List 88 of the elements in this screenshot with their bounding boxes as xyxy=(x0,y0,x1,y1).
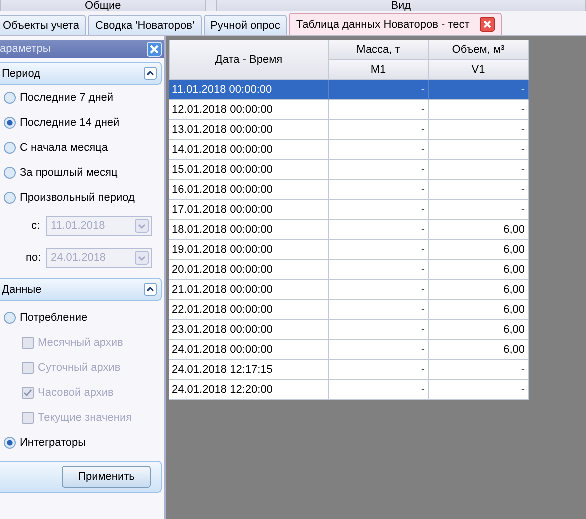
table-cell: - xyxy=(429,380,529,400)
table-cell: - xyxy=(429,180,529,200)
table-cell: - xyxy=(429,100,529,120)
collapse-icon[interactable] xyxy=(144,283,157,296)
table-cell: - xyxy=(329,240,429,260)
tab[interactable]: Таблица данных Новаторов - тест xyxy=(289,13,502,35)
option-label: Последние 14 дней xyxy=(20,116,120,128)
table-cell: 24.01.2018 12:17:15 xyxy=(169,360,329,380)
column-header[interactable]: V1 xyxy=(429,60,529,80)
ribbon-group-label: Общие xyxy=(0,0,206,11)
table-cell: 12.01.2018 00:00:00 xyxy=(169,100,329,120)
column-group-header: Объем, м³ xyxy=(429,40,529,60)
table-cell: 6,00 xyxy=(429,280,529,300)
table-cell: 23.01.2018 00:00:00 xyxy=(169,320,329,340)
tab[interactable]: Сводка 'Новаторов' xyxy=(88,15,202,35)
radio-button[interactable] xyxy=(4,92,16,104)
table-cell: 22.01.2018 00:00:00 xyxy=(169,300,329,320)
table-cell: 15.01.2018 00:00:00 xyxy=(169,160,329,180)
section-title: Данные xyxy=(2,284,42,296)
table-cell: - xyxy=(429,160,529,180)
table-cell: 6,00 xyxy=(429,320,529,340)
table-cell: 24.01.2018 12:20:00 xyxy=(169,380,329,400)
table-cell: 21.01.2018 00:00:00 xyxy=(169,280,329,300)
tab[interactable]: Объекты учета xyxy=(0,15,86,35)
table-cell: 17.01.2018 00:00:00 xyxy=(169,200,329,220)
option-label: Последние 7 дней xyxy=(20,92,114,104)
close-icon[interactable] xyxy=(480,17,495,32)
section-header[interactable]: Период xyxy=(0,62,162,85)
table-cell: - xyxy=(429,80,529,100)
table-cell: 19.01.2018 00:00:00 xyxy=(169,240,329,260)
date-label: по: xyxy=(26,252,40,264)
table-cell: - xyxy=(429,140,529,160)
panel-title: араметры xyxy=(0,43,51,55)
option-label: Интеграторы xyxy=(20,436,86,448)
table-cell: 6,00 xyxy=(429,220,529,240)
table-cell: - xyxy=(329,80,429,100)
section-title: Период xyxy=(2,68,41,80)
table-cell: - xyxy=(429,120,529,140)
table-cell: - xyxy=(329,180,429,200)
table-cell: 14.01.2018 00:00:00 xyxy=(169,140,329,160)
table-cell: 11.01.2018 00:00:00 xyxy=(169,80,329,100)
option-label: С начала месяца xyxy=(20,142,108,154)
column-header[interactable]: Дата - Время xyxy=(169,40,329,80)
tab[interactable]: Ручной опрос xyxy=(204,15,288,35)
ribbon-group-label: Вид xyxy=(216,0,586,11)
table-cell: - xyxy=(329,220,429,240)
option-label: Текущие значения xyxy=(38,412,132,424)
radio-button[interactable] xyxy=(4,166,16,178)
option-label: Потребление xyxy=(20,312,88,324)
table-cell: 6,00 xyxy=(429,240,529,260)
table-cell: 6,00 xyxy=(429,260,529,280)
table-cell: - xyxy=(329,200,429,220)
option-label: Часовой архив xyxy=(38,386,114,398)
column-header[interactable]: M1 xyxy=(329,60,429,80)
collapse-icon[interactable] xyxy=(144,67,157,80)
table-cell: 6,00 xyxy=(429,340,529,360)
column-group-header: Масса, т xyxy=(329,40,429,60)
table-cell: 20.01.2018 00:00:00 xyxy=(169,260,329,280)
table-cell: - xyxy=(329,360,429,380)
radio-button[interactable] xyxy=(4,116,16,128)
table-cell: - xyxy=(329,280,429,300)
table-cell: 6,00 xyxy=(429,300,529,320)
table-cell: - xyxy=(329,120,429,140)
option-label: Произвольный период xyxy=(20,192,135,204)
radio-button[interactable] xyxy=(4,312,16,324)
apply-button[interactable]: Применить xyxy=(62,466,151,488)
option-label: За прошлый месяц xyxy=(20,166,118,178)
table-cell: - xyxy=(329,300,429,320)
table-cell: - xyxy=(429,200,529,220)
table-cell: - xyxy=(329,320,429,340)
table-cell: 18.01.2018 00:00:00 xyxy=(169,220,329,240)
table-cell: - xyxy=(329,260,429,280)
option-label: Суточный архив xyxy=(38,362,121,374)
radio-button[interactable] xyxy=(4,192,16,204)
table-cell: - xyxy=(329,100,429,120)
table-cell: 13.01.2018 00:00:00 xyxy=(169,120,329,140)
radio-button[interactable] xyxy=(4,436,16,448)
date-label: с: xyxy=(30,220,40,232)
table-cell: 24.01.2018 00:00:00 xyxy=(169,340,329,360)
table-cell: - xyxy=(329,140,429,160)
option-label: Месячный архив xyxy=(38,336,124,348)
table-cell: - xyxy=(329,160,429,180)
section-header[interactable]: Данные xyxy=(0,278,162,301)
table-cell: - xyxy=(329,380,429,400)
table-cell: - xyxy=(329,340,429,360)
table-cell: - xyxy=(429,360,529,380)
radio-button[interactable] xyxy=(4,142,16,154)
table-cell: 16.01.2018 00:00:00 xyxy=(169,180,329,200)
